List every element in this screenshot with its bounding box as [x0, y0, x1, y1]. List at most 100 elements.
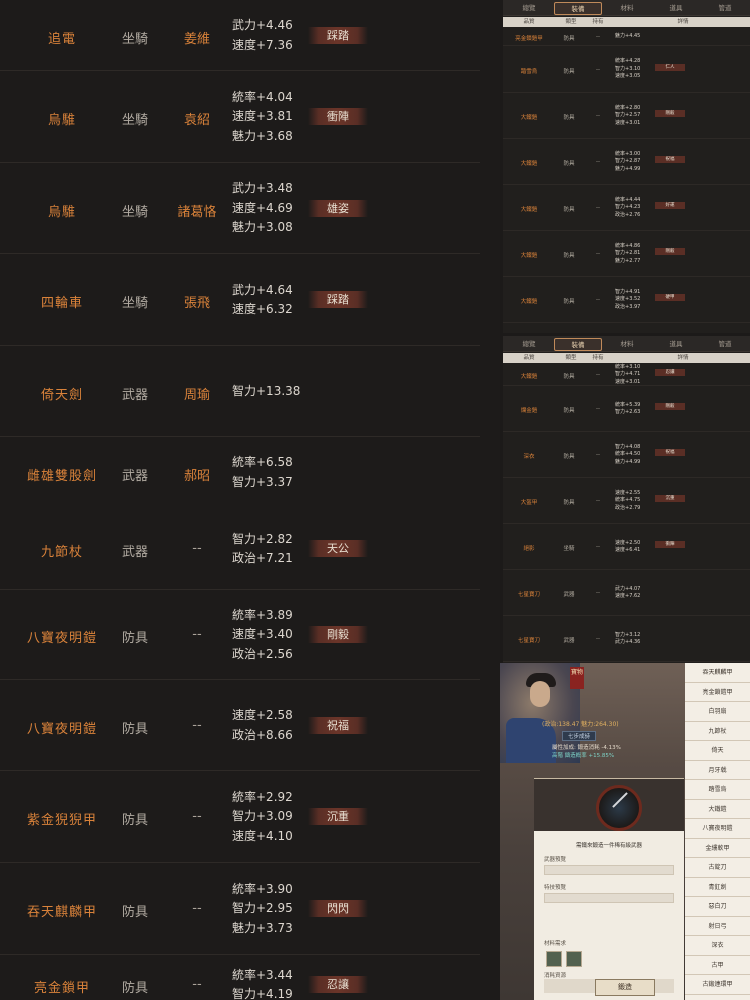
stat-line: 魅力+3.73 — [232, 920, 293, 935]
panel-row[interactable]: 大鐵鎧 防具 -- 統率+4.86 智力+2.81 魅力+2.77 剛毅 — [503, 231, 750, 277]
cell-type: 武器 — [563, 638, 575, 644]
cell-name: 絕影 — [523, 546, 535, 552]
equipment-row[interactable]: 亮金鎖甲 防具 -- 統率+3.44 智力+4.19 忍讓 — [0, 955, 480, 1000]
skill-tag: 閃閃 — [308, 900, 368, 917]
cell-stats: 統率+2.80 智力+2.57 速度+3.01 — [615, 105, 660, 128]
cell-own: -- — [596, 34, 600, 40]
forge-list-item[interactable]: 倚天 — [685, 741, 750, 761]
panel-row[interactable]: 大鐵鎧 防具 -- 統率+3.10 智力+4.71 速度+3.01 忍讓 — [503, 364, 750, 386]
equipment-row[interactable]: 雌雄雙股劍 武器 郝昭 統率+6.58 智力+3.37 — [0, 437, 480, 508]
panel-tabs: 總覽 裝備 材料 道具 管道 — [503, 336, 750, 352]
forge-list-item[interactable]: 白羽扇 — [685, 702, 750, 722]
hero-stats: (政治:138.47 魅力:264.30) — [542, 721, 619, 728]
forge-list-item[interactable]: 踏雪烏 — [685, 780, 750, 800]
forge-list-item[interactable]: 七寶刀 — [685, 995, 750, 1000]
panel-row[interactable]: 七星寶刀 武器 -- 智力+3.12 武力+4.36 — [503, 616, 750, 662]
stat-line: 速度+6.41 — [615, 547, 641, 553]
equipment-row[interactable]: 八寶夜明鎧 防具 -- 統率+3.89 速度+3.40 政治+2.56 剛毅 — [0, 590, 480, 680]
tab-1[interactable]: 裝備 — [554, 338, 602, 351]
column-header[interactable]: 類型 — [555, 17, 587, 27]
cell-stats: 智力+3.12 武力+4.36 — [615, 632, 660, 647]
tab-4[interactable]: 管道 — [701, 338, 749, 351]
equipment-row[interactable]: 九節杖 武器 -- 智力+2.82 政治+7.21 天公 — [0, 508, 480, 590]
column-header[interactable]: 品質 — [503, 353, 555, 363]
panel-row[interactable]: 大鐵鎧 防具 -- 統率+3.00 智力+2.87 魅力+4.99 祝福 — [503, 139, 750, 185]
panel-row[interactable]: 七星寶刀 武器 -- 武力+4.07 速度+7.62 — [503, 570, 750, 616]
equipment-row[interactable]: 吞天麒麟甲 防具 -- 統率+3.90 智力+2.95 魅力+3.73 閃閃 — [0, 863, 480, 955]
column-header[interactable]: 詳情 — [653, 17, 713, 27]
column-header[interactable]: 持有 — [587, 17, 609, 27]
forge-list-item[interactable]: 八寶夜明鎧 — [685, 819, 750, 839]
stat-line: 魅力+3.68 — [232, 128, 293, 143]
panel-row[interactable]: 大鐵鎧 防具 -- 智力+4.91 速度+3.52 政治+3.97 硬甲 — [503, 277, 750, 323]
material-slot[interactable] — [546, 951, 562, 967]
equipment-row[interactable]: 紫金猊猊甲 防具 -- 統率+2.92 智力+3.09 速度+4.10 沉重 — [0, 771, 480, 863]
equipment-row[interactable]: 烏騅 坐騎 諸葛恪 武力+3.48 速度+4.69 魅力+3.08 雄姿 — [0, 163, 480, 254]
forge-button[interactable]: 鍛造 — [595, 979, 655, 996]
tab-2[interactable]: 材料 — [603, 2, 651, 15]
forge-list-item[interactable]: 青釭劍 — [685, 878, 750, 897]
cell-stats: 統率+5.39 智力+2.63 — [615, 402, 660, 417]
cell-name: 深衣 — [523, 454, 535, 460]
tab-0[interactable]: 總覽 — [505, 338, 553, 351]
stat-line: 武力+4.36 — [615, 639, 641, 645]
item-name: 烏騅 — [47, 204, 76, 220]
tab-3[interactable]: 道具 — [652, 2, 700, 15]
forge-list-item[interactable]: 月牙戟 — [685, 761, 750, 780]
panel-row[interactable]: 大鐵鎧 防具 -- 統率+4.44 智力+4.23 政治+2.76 好運 — [503, 185, 750, 231]
stat-line: 統率+6.58 — [232, 455, 293, 469]
tab-0[interactable]: 總覽 — [505, 2, 553, 15]
column-header[interactable]: 詳情 — [653, 353, 713, 363]
forge-list-item[interactable]: 射日弓 — [685, 917, 750, 936]
forge-dialog: 需鐵來鍛造一件稀有級武器 武器預覽 特技預覽 材料需求 消耗資源 — [534, 778, 684, 1000]
stat-line: 統率+2.92 — [232, 789, 293, 804]
column-header[interactable]: 類型 — [555, 353, 587, 363]
forge-list-item[interactable]: 古錠刀 — [685, 858, 750, 878]
cell-stats: 速度+2.55 統率+4.75 政治+2.79 — [615, 490, 660, 513]
forge-scene: 寶物 (政治:138.47 魅力:264.30) 七步成詩 屬性加成: 鍛造消耗… — [500, 663, 685, 1000]
item-type: 坐騎 — [121, 113, 148, 128]
tab-2[interactable]: 材料 — [603, 338, 651, 351]
cell-name: 大鐵鎧 — [520, 253, 538, 259]
panel-row[interactable]: 絕影 坐騎 -- 速度+2.50 速度+6.41 衝陣 — [503, 524, 750, 570]
equipment-row[interactable]: 追電 坐騎 姜維 武力+4.46 速度+7.36 踩踏 — [0, 0, 480, 71]
forge-list-item[interactable]: 金縷軟甲 — [685, 839, 750, 858]
material-slot[interactable] — [566, 951, 582, 967]
cell-name: 大鐵鎧 — [520, 207, 538, 213]
cell-tag: 硬甲 — [655, 294, 685, 301]
forge-list-item[interactable]: 九節杖 — [685, 722, 750, 741]
tab-1[interactable]: 裝備 — [554, 2, 602, 15]
forge-list-item[interactable]: 深衣 — [685, 936, 750, 956]
stat-line: 智力+13.38 — [232, 383, 301, 398]
item-stats: 智力+13.38 — [232, 382, 322, 402]
panel-row[interactable]: 大盔甲 防具 -- 速度+2.55 統率+4.75 政治+2.79 沉重 — [503, 478, 750, 524]
tab-3[interactable]: 道具 — [652, 338, 700, 351]
panel-header: 品質 類型 持有 詳情 — [503, 353, 750, 363]
skill-tag: 衝陣 — [308, 108, 368, 125]
cell-type: 防具 — [563, 374, 575, 380]
equipment-row[interactable]: 烏騅 坐騎 袁紹 統率+4.04 速度+3.81 魅力+3.68 衝陣 — [0, 71, 480, 163]
skill-preview-label: 特技預覽 — [544, 885, 567, 891]
equipment-row[interactable]: 八寶夜明鎧 防具 -- 速度+2.58 政治+8.66 祝福 — [0, 680, 480, 771]
forge-list-item[interactable]: 古鍛連環甲 — [685, 975, 750, 995]
forge-list-item[interactable]: 古甲 — [685, 956, 750, 975]
column-header[interactable]: 品質 — [503, 17, 555, 27]
panel-row[interactable]: 踏雪烏 防具 -- 統率+4.28 智力+3.10 速度+3.05 仁人 — [503, 46, 750, 93]
skill-chip[interactable]: 七步成詩 — [562, 731, 596, 741]
panel-row[interactable]: 亮金鎖鎧甲 防具 -- 魅力+4.45 — [503, 28, 750, 46]
column-header[interactable]: 持有 — [587, 353, 609, 363]
panel-tabs: 總覽 裝備 材料 道具 管道 — [503, 0, 750, 16]
stat-line: 智力+3.12 — [615, 631, 641, 638]
cell-stats: 智力+4.91 速度+3.52 政治+3.97 — [615, 289, 660, 312]
panel-row[interactable]: 深衣 防具 -- 智力+4.08 統率+4.50 魅力+4.99 祝福 — [503, 432, 750, 478]
forge-list-item[interactable]: 大鐵鎧 — [685, 800, 750, 819]
equipment-row[interactable]: 四輪車 坐騎 張飛 武力+4.64 速度+6.32 踩踏 — [0, 254, 480, 346]
panel-row[interactable]: 大鐵鎧 防具 -- 統率+2.80 智力+2.57 速度+3.01 剛毅 — [503, 93, 750, 139]
cell-name: 大鐵鎧 — [520, 115, 538, 121]
forge-list-item[interactable]: 吞天麒麟甲 — [685, 663, 750, 683]
tab-4[interactable]: 管道 — [701, 2, 749, 15]
panel-row[interactable]: 爛金鎧 防具 -- 統率+5.39 智力+2.63 剛毅 — [503, 386, 750, 432]
forge-list-item[interactable]: 亮金鎖鎧甲 — [685, 683, 750, 702]
forge-list-item[interactable]: 惡白刀 — [685, 897, 750, 917]
equipment-row[interactable]: 倚天劍 武器 周瑜 智力+13.38 — [0, 346, 480, 437]
